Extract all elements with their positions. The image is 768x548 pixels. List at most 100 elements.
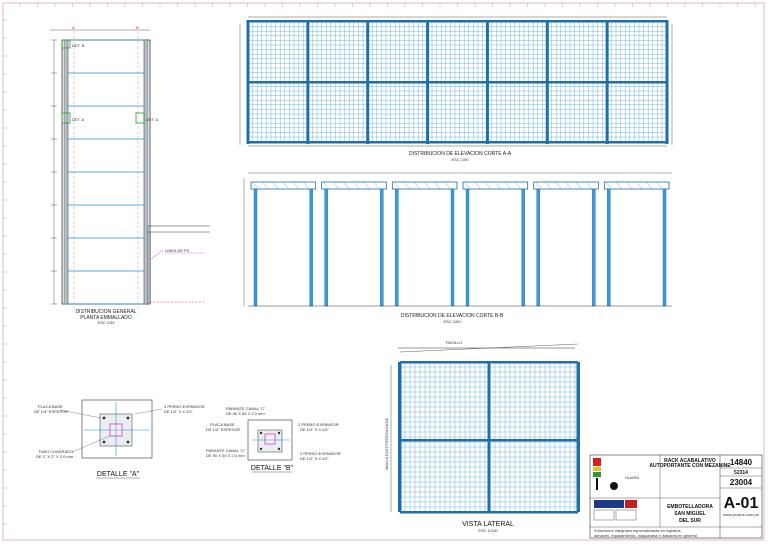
title-block-website: www.prosus.com.pe xyxy=(723,512,760,517)
side-view-scale: ESC 1/100 xyxy=(478,528,498,533)
frame-post xyxy=(536,188,540,307)
detail-b-label-5b: DE 1/2" X 4 1/2" xyxy=(300,456,329,461)
plan-beam-lines xyxy=(67,39,145,305)
plan-det-b-tag: DET. B xyxy=(72,43,85,48)
frame-post xyxy=(592,188,596,307)
truss-web xyxy=(353,182,360,189)
frame-post xyxy=(324,188,328,307)
truss-web xyxy=(273,182,279,189)
plan-view: A B DET. B DET. A DET. A LINEA DE PX DIS… xyxy=(50,25,210,325)
title-block-number-3: 23004 xyxy=(730,478,753,487)
border-marks-top xyxy=(19,3,756,7)
elevation-b-b-scale: ESC 1/50 xyxy=(443,319,461,324)
truss-web xyxy=(333,182,339,189)
truss-web xyxy=(424,182,430,189)
truss-web xyxy=(586,182,592,189)
frame-post xyxy=(662,188,667,307)
side-post xyxy=(487,362,491,512)
side-view-mesh xyxy=(398,361,580,514)
side-view: PASILLO MALLA ELECTROSOLDADA VISTA LATER… xyxy=(384,340,580,533)
section-marker-b: B xyxy=(136,25,139,30)
truss-web xyxy=(616,182,622,189)
truss-web xyxy=(323,182,329,189)
truss-web xyxy=(565,182,572,189)
truss-web xyxy=(555,182,562,189)
truss-web xyxy=(505,182,511,189)
side-post xyxy=(398,362,402,512)
detail-a-title: DETALLE "A" xyxy=(97,471,140,478)
truss-web xyxy=(404,182,410,189)
truss-web xyxy=(646,182,652,189)
side-post xyxy=(576,362,580,512)
elevation-a-a-mesh xyxy=(246,20,669,144)
truss-web xyxy=(414,182,420,189)
elevation-mid-beam xyxy=(248,81,667,84)
frame-post xyxy=(607,188,611,307)
elevation-b-b-frames xyxy=(248,181,672,307)
drawing-canvas: A B DET. B DET. A DET. A LINEA DE PX DIS… xyxy=(2,2,765,541)
detail-b-label-4b: DE 90 X 50 X 2.0 mm xyxy=(206,453,245,458)
truss-web xyxy=(434,182,440,189)
side-view-height-dim: MALLA ELECTROSOLDADA xyxy=(384,418,389,470)
elevation-bottom-beam xyxy=(248,141,667,144)
title-block-client-1: EMBOTELLADORA xyxy=(667,504,713,510)
truss-web xyxy=(474,182,481,189)
truss-web xyxy=(656,182,663,189)
detail-a-label-3b: DE 2" X 2" X 2.0 mm xyxy=(36,454,74,459)
detail-b-label-3b: DE 1/2" X 4 1/2" xyxy=(300,427,329,432)
plan-scale: ESC 1/50 xyxy=(97,320,115,325)
frame-post xyxy=(380,188,384,307)
title-block-client-3: DEL SUR xyxy=(679,518,701,524)
frame-post xyxy=(309,188,313,307)
truss-web xyxy=(262,182,269,189)
detail-a: PLACA BASE DE 1/4" ESPESOR 4 PERNO EXPAN… xyxy=(34,399,205,479)
truss-web xyxy=(343,182,350,189)
truss-web xyxy=(303,182,309,189)
detail-a-label-2b: DE 1/2" X 4 1/2" xyxy=(164,409,193,414)
elevation-b-b: DISTRIBUCION DE ELEVACION CORTE B-B ESC … xyxy=(243,172,672,324)
truss-web xyxy=(495,182,501,189)
truss-web xyxy=(515,182,521,189)
drawing-sheet: A B DET. B DET. A DET. A LINEA DE PX DIS… xyxy=(0,0,768,543)
plan-det-a-tag-2: DET. A xyxy=(146,117,159,122)
frame-post xyxy=(465,188,470,307)
elevation-top-beam xyxy=(248,20,667,23)
plan-note: LINEA DE PX xyxy=(165,248,190,253)
side-view-top-dim: PASILLO xyxy=(446,340,462,345)
truss-web xyxy=(293,182,299,189)
border-marks-left xyxy=(3,19,7,525)
truss-web xyxy=(283,182,289,189)
title-block-client-2: SAN MIGUEL xyxy=(674,511,705,517)
truss-web xyxy=(636,182,642,189)
side-beam xyxy=(400,511,578,514)
truss-web xyxy=(485,182,491,189)
title-block-sheet: A-01 xyxy=(724,495,759,512)
section-marker-a: A xyxy=(72,25,75,30)
title-block-number-1: 14840 xyxy=(730,458,753,467)
title-block-client-label: HUARA xyxy=(625,475,639,480)
truss-web xyxy=(464,182,471,189)
truss-web xyxy=(545,182,551,189)
frame-post xyxy=(521,188,525,307)
title-block-project-2: AUTOPORTANTE CON MEZANINE xyxy=(649,463,731,469)
elevation-a-a: DISTRIBUCION DE ELEVACION CORTE A-A ESC … xyxy=(239,16,673,162)
truss-web xyxy=(363,182,370,189)
truss-web xyxy=(575,182,582,189)
frame-post xyxy=(395,188,399,307)
detail-b-title: DETALLE "B" xyxy=(251,465,294,472)
plan-det-a-tag-1: DET. A xyxy=(72,117,85,122)
truss-web xyxy=(394,182,400,189)
frame-post xyxy=(450,188,455,307)
truss-web xyxy=(535,182,541,189)
detail-b-label-2b: DE 1/4" ESPESOR xyxy=(206,427,240,432)
elevation-a-a-scale: ESC 1/50 xyxy=(451,157,469,162)
frame-post xyxy=(253,188,258,307)
truss-web xyxy=(606,182,612,189)
truss-web xyxy=(444,182,451,189)
title-block-number-2: 52314 xyxy=(734,470,748,476)
title-block: HUARA RACK ACABALATIVO AUTOPORTANTE CON … xyxy=(589,454,763,539)
truss-web xyxy=(252,182,259,189)
side-beam xyxy=(400,361,578,364)
detail-b: PARANTE CANAL "C" DE 90 X 50 X 2.0 mm PL… xyxy=(206,406,341,473)
side-beam xyxy=(400,439,578,442)
